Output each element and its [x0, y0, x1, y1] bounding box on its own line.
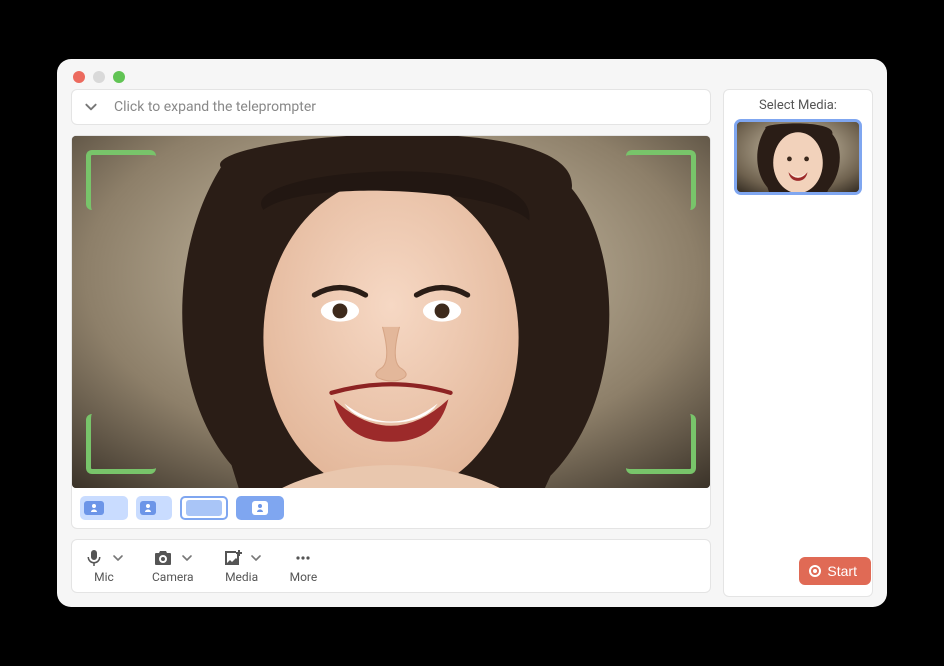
- chevron-down-icon[interactable]: [250, 552, 262, 564]
- mic-icon: [84, 548, 104, 568]
- media-label: Media: [225, 570, 258, 584]
- minimize-window-button[interactable]: [93, 71, 105, 83]
- more-control[interactable]: More: [290, 548, 318, 584]
- start-label: Start: [827, 563, 857, 579]
- camera-icon: [153, 548, 173, 568]
- frame-corner-icon: [86, 414, 156, 474]
- layout-fullscreen[interactable]: [180, 496, 228, 520]
- frame-corner-icon: [626, 414, 696, 474]
- layout-pip-left[interactable]: [80, 496, 128, 520]
- mic-label: Mic: [94, 570, 114, 584]
- layout-camera-only[interactable]: [236, 496, 284, 520]
- camera-control[interactable]: Camera: [152, 548, 194, 584]
- more-icon: [293, 548, 313, 568]
- frame-corner-icon: [86, 150, 156, 210]
- media-thumbnail[interactable]: [734, 119, 862, 195]
- layout-picker: [72, 488, 710, 522]
- camera-label: Camera: [152, 570, 194, 584]
- frame-corner-icon: [626, 150, 696, 210]
- app-window: Click to expand the teleprompter: [57, 59, 887, 607]
- sidebar-title: Select Media:: [759, 98, 837, 113]
- media-control[interactable]: Media: [222, 548, 262, 584]
- media-sidebar: Select Media:: [723, 89, 873, 597]
- chevron-down-icon[interactable]: [112, 552, 124, 564]
- portrait-image: [72, 136, 710, 488]
- window-controls: [57, 59, 887, 89]
- toolbar: Mic Camera: [71, 539, 711, 593]
- teleprompter-placeholder: Click to expand the teleprompter: [114, 99, 316, 115]
- mic-control[interactable]: Mic: [84, 548, 124, 584]
- record-icon: [809, 565, 821, 577]
- maximize-window-button[interactable]: [113, 71, 125, 83]
- layout-pip-small[interactable]: [136, 496, 172, 520]
- chevron-down-icon: [84, 100, 98, 114]
- chevron-down-icon[interactable]: [181, 552, 193, 564]
- close-window-button[interactable]: [73, 71, 85, 83]
- more-label: More: [290, 570, 318, 584]
- video-preview[interactable]: [72, 136, 710, 488]
- start-button[interactable]: Start: [799, 557, 871, 585]
- teleprompter-expand[interactable]: Click to expand the teleprompter: [71, 89, 711, 125]
- video-panel: [71, 135, 711, 529]
- media-add-icon: [222, 548, 242, 568]
